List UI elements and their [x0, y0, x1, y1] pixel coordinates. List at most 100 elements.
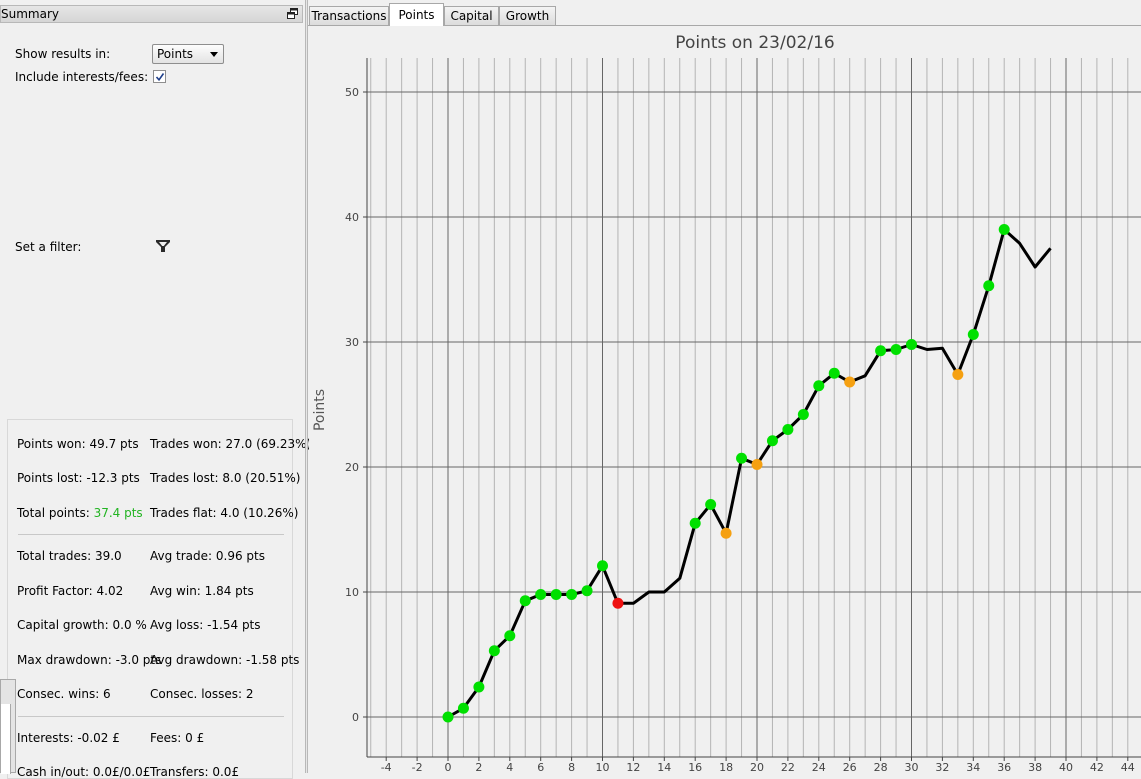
- trades-won: Trades won: 27.0 (69.23%): [150, 437, 312, 451]
- transfers: Transfers: 0.0£: [150, 765, 240, 779]
- x-tick-label: -4: [381, 761, 392, 773]
- x-tick-label: 10: [596, 761, 610, 773]
- trade-point-win: [967, 329, 979, 340]
- float-window-icon[interactable]: [287, 8, 298, 19]
- x-tick-label: 44: [1121, 761, 1135, 773]
- trades-flat: Trades flat: 4.0 (10.26%): [150, 506, 299, 520]
- trade-point-win: [519, 595, 531, 607]
- show-results-label: Show results in:: [15, 47, 111, 61]
- trade-point-win: [890, 344, 902, 355]
- x-tick-label: 16: [688, 761, 702, 773]
- funnel-icon[interactable]: [155, 238, 171, 257]
- trade-point-win: [782, 424, 794, 435]
- trade-point-flat: [720, 527, 732, 539]
- x-tick-label: 34: [966, 761, 980, 773]
- trade-point-win: [566, 589, 578, 600]
- trade-point-win: [998, 224, 1010, 235]
- points-won: Points won: 49.7 pts: [17, 437, 139, 451]
- cash-in-out: Cash in/out: 0.0£/0.0£: [17, 765, 151, 779]
- x-tick-label: 36: [997, 761, 1011, 773]
- chart-svg: 01020304050-4 -2 0 2 4 6 8 10 12 14 16 18 20 22 24 26 28…: [312, 33, 1141, 773]
- x-tick-label: 0: [445, 761, 452, 773]
- stats-divider: [18, 534, 284, 535]
- trade-point-flat: [751, 459, 763, 470]
- chevron-down-icon: [210, 52, 218, 57]
- tab-bar: Transactions Points Capital Growth: [308, 0, 1141, 26]
- y-tick-label: 0: [352, 711, 359, 724]
- x-tick-label: 28: [874, 761, 888, 773]
- max-drawdown: Max drawdown: -3.0 pts: [17, 653, 162, 667]
- trade-point-win: [689, 517, 701, 529]
- summary-titlebar: Summary: [0, 5, 303, 23]
- profit-factor: Profit Factor: 4.02: [17, 584, 124, 598]
- avg-trade: Avg trade: 0.96 pts: [150, 549, 265, 563]
- x-tick-label: 12: [626, 761, 640, 773]
- trade-point-win: [457, 702, 469, 714]
- x-tick-label: 26: [843, 761, 857, 773]
- x-tick-label: 40: [1059, 761, 1073, 773]
- scrollbar-thumb[interactable]: [1, 704, 11, 774]
- avg-loss: Avg loss: -1.54 pts: [150, 618, 261, 632]
- show-results-value: Points: [157, 47, 194, 61]
- stats-divider: [18, 716, 284, 717]
- left-scrollbar[interactable]: [0, 679, 16, 774]
- chart-title: Points on 23/02/16: [675, 33, 834, 53]
- x-tick-label: -2: [412, 761, 423, 773]
- trade-point-win: [473, 681, 485, 693]
- x-tick-label: 24: [812, 761, 826, 773]
- trade-point-win: [535, 589, 547, 600]
- x-tick-label: 22: [781, 761, 795, 773]
- x-tick-label: 4: [506, 761, 513, 773]
- trade-point-win: [488, 645, 500, 657]
- interests: Interests: -0.02 £: [17, 731, 120, 745]
- include-interests-label: Include interests/fees:: [15, 70, 149, 84]
- x-tick-label: 42: [1090, 761, 1104, 773]
- avg-drawdown: Avg drawdown: -1.58 pts: [150, 653, 300, 667]
- points-line: [447, 228, 1052, 719]
- total-points-value: 37.4 pts: [93, 506, 143, 520]
- trade-point-win: [581, 585, 593, 597]
- tab-capital[interactable]: Capital: [444, 6, 499, 25]
- summary-panel: Summary Show results in: Points Include …: [0, 0, 311, 779]
- panel-splitter[interactable]: [305, 0, 308, 773]
- trade-point-win: [875, 345, 887, 357]
- consec-wins: Consec. wins: 6: [17, 687, 111, 701]
- trade-point-win: [906, 339, 917, 350]
- show-results-select[interactable]: Points: [152, 44, 224, 64]
- trade-point-win: [983, 280, 995, 292]
- y-tick-label: 20: [345, 461, 359, 474]
- y-tick-label: 50: [345, 86, 359, 99]
- x-tick-label: 2: [475, 761, 482, 773]
- trade-point-win: [442, 711, 454, 723]
- filter-label: Set a filter:: [15, 240, 82, 254]
- y-tick-label: 30: [345, 336, 359, 349]
- avg-win: Avg win: 1.84 pts: [150, 584, 254, 598]
- total-trades: Total trades: 39.0: [17, 549, 122, 563]
- trade-point-win: [828, 367, 840, 379]
- tab-transactions[interactable]: Transactions: [309, 6, 389, 25]
- include-interests-checkbox[interactable]: [153, 70, 166, 83]
- x-tick-label: 8: [568, 761, 575, 773]
- y-tick-label: 40: [345, 211, 359, 224]
- checkmark-icon: [155, 73, 165, 82]
- x-tick-label: 32: [935, 761, 949, 773]
- trade-point-win: [504, 630, 516, 642]
- trade-point-win: [797, 409, 809, 420]
- points-chart: 0 10 20 30 40 50 -4 -2 0 2 4 6 8 10 12 14 16 18 20 22 24 26 28…: [309, 26, 1141, 773]
- tab-growth[interactable]: Growth: [499, 6, 556, 25]
- x-tick-label: 18: [719, 761, 733, 773]
- tab-points[interactable]: Points: [389, 3, 444, 26]
- trade-point-flat: [844, 376, 856, 388]
- trades-lost: Trades lost: 8.0 (20.51%): [150, 471, 301, 485]
- x-tick-label: 20: [750, 761, 764, 773]
- trade-point-loss: [612, 597, 624, 609]
- stats-box: Points won: 49.7 pts Trades won: 27.0 (6…: [7, 419, 311, 779]
- trade-point-win: [736, 452, 748, 464]
- trade-point-win: [550, 589, 562, 600]
- x-tick-label: 14: [657, 761, 671, 773]
- x-tick-label: 38: [1028, 761, 1042, 773]
- total-points-label: Total points:: [17, 506, 90, 520]
- trade-point-win: [813, 380, 825, 392]
- total-points: Total points: 37.4 pts: [17, 506, 143, 520]
- y-axis-label: Points: [312, 389, 328, 431]
